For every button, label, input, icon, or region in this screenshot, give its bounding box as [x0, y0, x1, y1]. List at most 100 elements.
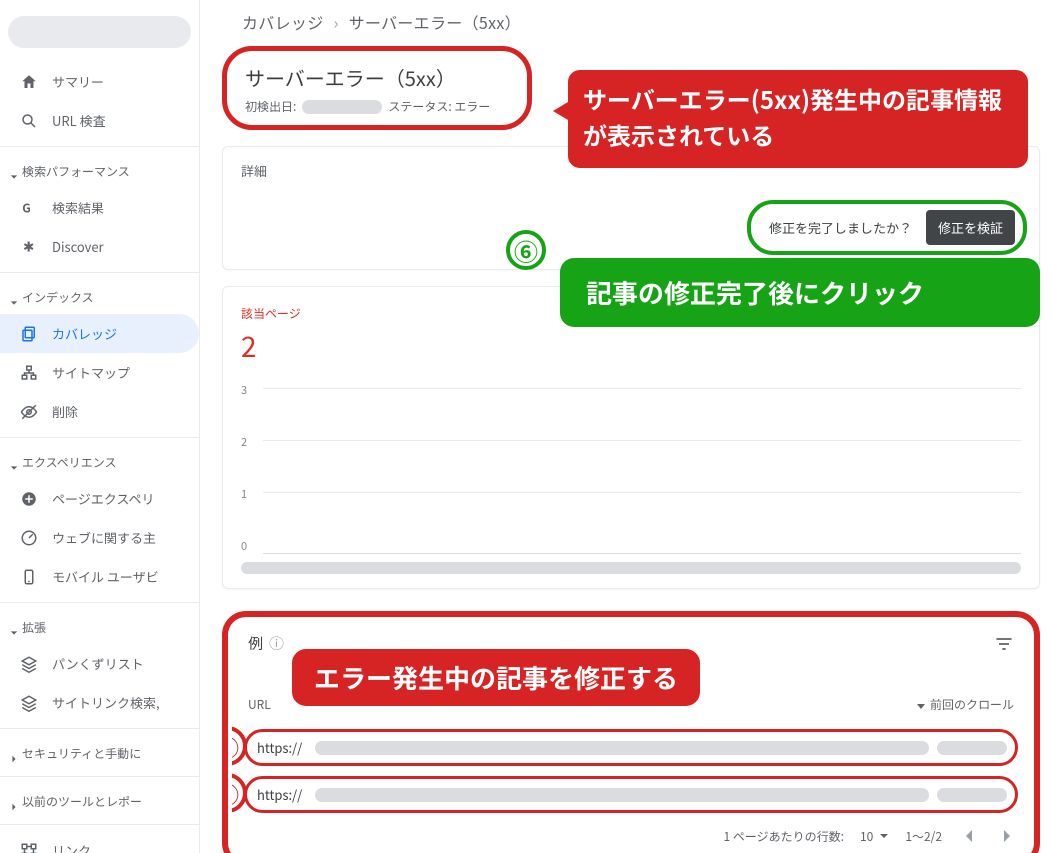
divider	[0, 146, 199, 147]
rows-per-page-label: 1 ページあたりの行数:	[724, 828, 844, 845]
annotation-step-6: ⑥	[506, 230, 546, 270]
nav-breadcrumbs[interactable]: パンくずリスト	[0, 644, 199, 683]
chevron-right-icon: ›	[334, 10, 339, 34]
divider	[0, 776, 199, 777]
nav-label: Discover	[52, 237, 104, 256]
annotation-green-bubble: 記事の修正完了後にクリック	[560, 258, 1040, 327]
section-label: 以前のツールとレポー	[22, 793, 142, 810]
breadcrumb-root[interactable]: カバレッジ	[242, 10, 324, 34]
column-url[interactable]: URL	[248, 696, 271, 713]
section-label: 検索パフォーマンス	[22, 163, 130, 180]
sitemap-icon	[20, 364, 38, 382]
chevron-down-icon	[10, 294, 18, 302]
breadcrumb: カバレッジ › サーバーエラー（5xx）	[222, 6, 1040, 46]
chevron-down-icon	[10, 459, 18, 467]
divider	[0, 437, 199, 438]
annotation-step-4: ④	[232, 726, 247, 766]
divider	[0, 728, 199, 729]
nav-sitemaps[interactable]: サイトマップ	[0, 353, 199, 392]
url-prefix: https://	[257, 785, 307, 804]
prev-page-button[interactable]	[958, 825, 980, 847]
pagination: 1 ページあたりの行数: 10 1～2/2	[232, 823, 1030, 853]
nav-label: ページエクスペリ	[52, 489, 154, 508]
validate-box: 修正を完了しましたか？ 修正を検証	[747, 200, 1027, 255]
y-tick: 0	[241, 538, 247, 554]
plus-circle-icon	[20, 490, 38, 508]
nav-removals[interactable]: 削除	[0, 392, 199, 431]
url-redacted	[315, 741, 929, 755]
chart-scrollbar[interactable]	[241, 562, 1021, 574]
first-detected-label: 初検出日:	[245, 98, 296, 115]
annotation-text: サーバーエラー(5xx)発生中の記事情報が表示されている	[583, 81, 1002, 152]
validate-prompt: 修正を完了しましたか？	[769, 218, 912, 237]
chevron-right-icon	[10, 750, 18, 758]
validate-fix-button[interactable]: 修正を検証	[926, 210, 1015, 245]
nav-label: URL 検査	[52, 111, 106, 130]
chevron-down-icon	[10, 168, 18, 176]
status-label: ステータス: エラー	[388, 98, 490, 115]
nav-core-web-vitals[interactable]: ウェブに関する主	[0, 518, 199, 557]
chart-card: 該当ページ 2 3 2 1 0	[222, 286, 1040, 589]
first-detected-value-redacted	[302, 100, 382, 114]
nav-mobile-usability[interactable]: モバイル ユーザビ	[0, 557, 199, 596]
divider	[0, 824, 199, 825]
mobile-icon	[20, 568, 38, 586]
nav-section-index[interactable]: インデックス	[0, 279, 199, 314]
chart-metric-value: 2	[241, 326, 1021, 366]
nav-label: 検索結果	[52, 198, 104, 217]
nav-url-inspect[interactable]: URL 検査	[0, 101, 199, 140]
nav-discover[interactable]: ✱ Discover	[0, 227, 199, 266]
page-title-box: サーバーエラー（5xx） 初検出日: ステータス: エラー	[222, 46, 532, 130]
layers-icon	[20, 694, 38, 712]
link-icon	[20, 842, 38, 853]
column-last-crawl[interactable]: 前回のクロール	[916, 696, 1014, 713]
nav-summary[interactable]: サマリー	[0, 62, 199, 101]
nav-page-experience[interactable]: ページエクスペリ	[0, 479, 199, 518]
annotation-step-5: ⑤	[232, 773, 247, 813]
main-content: カバレッジ › サーバーエラー（5xx） サーバーエラー（5xx） 初検出日: …	[200, 0, 1052, 853]
nav-label: パンくずリスト	[52, 654, 144, 673]
nav-label: サマリー	[52, 72, 104, 91]
table-row[interactable]: ④ https://	[244, 729, 1018, 766]
nav-sitelinks-search[interactable]: サイトリンク検索,	[0, 683, 199, 722]
sidebar: サマリー URL 検査 検索パフォーマンス G 検索結果 ✱ Discover …	[0, 0, 200, 853]
url-prefix: https://	[257, 738, 307, 757]
chevron-down-icon	[879, 831, 889, 841]
nav-section-legacy[interactable]: 以前のツールとレポー	[0, 783, 199, 818]
page-range: 1～2/2	[905, 828, 942, 845]
nav-label: サイトマップ	[52, 363, 130, 382]
home-icon	[20, 73, 38, 91]
filter-icon[interactable]	[994, 634, 1014, 654]
nav-label: ウェブに関する主	[52, 528, 156, 547]
nav-label: 削除	[52, 402, 78, 421]
divider	[0, 272, 199, 273]
eye-off-icon	[20, 403, 38, 421]
breadcrumb-current: サーバーエラー（5xx）	[349, 10, 521, 34]
nav-section-enhancements[interactable]: 拡張	[0, 609, 199, 644]
nav-section-experience[interactable]: エクスペリエンス	[0, 444, 199, 479]
rows-per-page-select[interactable]: 10	[860, 828, 889, 845]
table-row[interactable]: ⑤ https://	[244, 776, 1018, 813]
nav-links[interactable]: リンク	[0, 831, 199, 853]
nav-section-performance[interactable]: 検索パフォーマンス	[0, 153, 199, 188]
y-tick: 3	[241, 382, 247, 398]
page-title: サーバーエラー（5xx）	[245, 63, 507, 92]
copy-icon	[20, 325, 38, 343]
section-label: エクスペリエンス	[22, 454, 117, 471]
nav-search-results[interactable]: G 検索結果	[0, 188, 199, 227]
next-page-button[interactable]	[996, 825, 1018, 847]
property-selector[interactable]	[8, 16, 191, 48]
nav-label: リンク	[52, 841, 91, 853]
layers-icon	[20, 655, 38, 673]
nav-section-security[interactable]: セキュリティと手動に	[0, 735, 199, 770]
svg-text:✱: ✱	[23, 238, 34, 256]
examples-annotation-wrap: 例 ⓘ エラー発生中の記事を修正する URL 前回のクロール ④ https:/…	[222, 611, 1040, 853]
nav-coverage[interactable]: カバレッジ	[0, 314, 199, 353]
y-tick: 1	[241, 486, 247, 502]
svg-text:G: G	[22, 199, 31, 216]
help-icon[interactable]: ⓘ	[269, 633, 284, 654]
chevron-right-icon	[10, 798, 18, 806]
nav-label: カバレッジ	[52, 324, 117, 343]
google-icon: G	[20, 199, 38, 217]
section-label: インデックス	[22, 289, 94, 306]
